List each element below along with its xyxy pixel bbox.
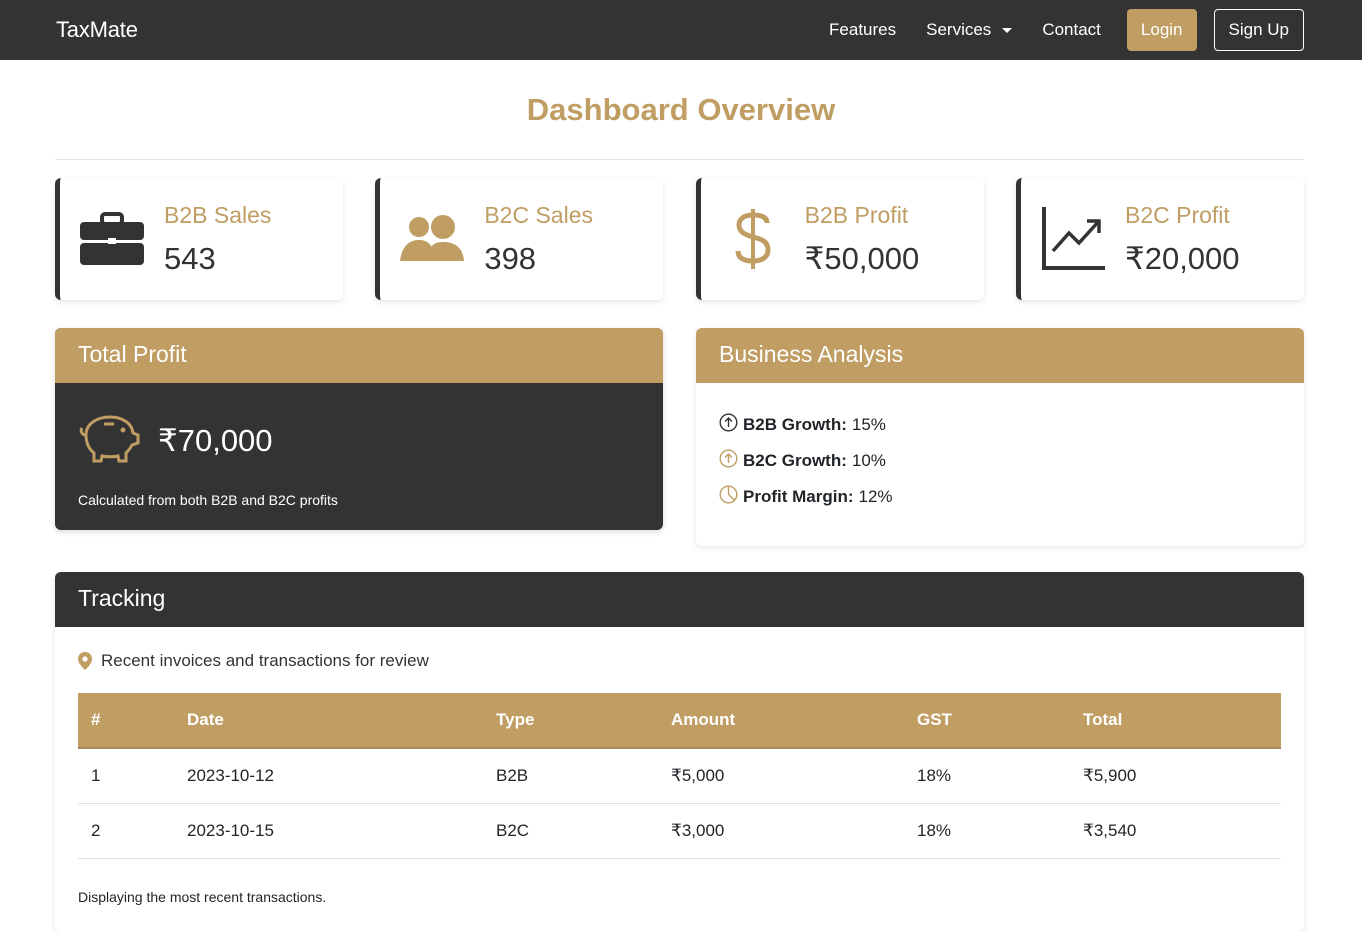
stat-card-b2c-sales: B2C Sales 398 [375, 178, 664, 300]
stat-cards: B2B Sales 543 B2C Sales 398 B2B Profit ₹… [55, 178, 1304, 300]
panel-title: Tracking [55, 572, 1304, 627]
column-header: # [78, 693, 174, 749]
navbar: TaxMate Features Services Contact Login … [0, 0, 1362, 60]
table-note: Displaying the most recent transactions. [78, 888, 327, 905]
tracking-panel: Tracking Recent invoices and transaction… [55, 572, 1304, 932]
stat-label: B2C Profit [1124, 201, 1230, 228]
transactions-table: # Date Type Amount GST Total 1 2023-10-1… [78, 693, 1281, 859]
table-header-row: # Date Type Amount GST Total [78, 693, 1281, 749]
stat-label: B2B Profit [804, 201, 909, 228]
panel-title: Business Analysis [696, 328, 1304, 383]
column-header: Amount [658, 693, 904, 749]
nav-link-label: Contact [1042, 20, 1101, 39]
table-cell: ₹3,540 [1070, 803, 1281, 859]
table-cell: ₹5,000 [658, 748, 904, 804]
stat-value: 543 [164, 240, 216, 276]
stat-value: ₹20,000 [1124, 240, 1240, 276]
analysis-body: B2B Growth: 15% B2C Growth: 10% Profit M… [696, 383, 1304, 515]
stat-value: 398 [484, 240, 537, 276]
total-profit-note: Calculated from both B2B and B2C profits [78, 492, 338, 508]
nav-link-label: Features [829, 20, 897, 39]
nav-link-label: Services [926, 20, 992, 39]
nav-link-contact[interactable]: Contact [1042, 20, 1101, 40]
analysis-label: B2B Growth: [743, 415, 847, 434]
table-cell: 18% [904, 803, 1070, 859]
table-cell: 2023-10-15 [174, 803, 483, 859]
nav-menu: Features Services Contact Login Sign Up [829, 9, 1304, 51]
arrow-up-circle-icon [719, 449, 738, 473]
column-header: Type [483, 693, 658, 749]
analysis-value: 15% [851, 415, 886, 434]
stat-text: B2C Profit ₹20,000 [1125, 202, 1240, 277]
arrow-up-circle-icon [719, 413, 738, 437]
stat-label: B2C Sales [484, 201, 593, 228]
tracking-description-text: Recent invoices and transactions for rev… [101, 651, 429, 670]
caret-down-icon [1002, 27, 1013, 33]
nav-link-services[interactable]: Services [926, 20, 1013, 40]
table-cell: B2C [483, 803, 658, 859]
analysis-value: 10% [851, 451, 886, 470]
graph-up-icon [1041, 207, 1105, 271]
tracking-description: Recent invoices and transactions for rev… [78, 651, 1281, 671]
stat-value: ₹50,000 [804, 240, 920, 276]
analysis-value: 12% [858, 487, 893, 506]
brand-logo[interactable]: TaxMate [56, 17, 138, 43]
stat-text: B2C Sales 398 [484, 202, 593, 277]
analysis-label: B2C Growth: [743, 451, 847, 470]
login-button[interactable]: Login [1126, 9, 1197, 51]
divider [55, 159, 1304, 160]
signup-button[interactable]: Sign Up [1213, 9, 1304, 51]
total-profit-value: ₹70,000 [158, 422, 273, 458]
table-cell: B2B [483, 748, 658, 804]
people-icon [400, 207, 465, 271]
page-title: Dashboard Overview [526, 92, 836, 127]
stat-text: B2B Sales 543 [164, 202, 271, 277]
table-row: 1 2023-10-12 B2B ₹5,000 18% ₹5,900 [78, 748, 1281, 804]
table-cell: 2023-10-12 [174, 748, 483, 804]
dollar-icon [721, 207, 785, 271]
table-cell: 1 [78, 748, 174, 804]
stat-text: B2B Profit ₹50,000 [805, 202, 920, 277]
table-row: 2 2023-10-15 B2C ₹3,000 18% ₹3,540 [78, 803, 1281, 859]
panel-title: Total Profit [55, 328, 663, 383]
tracking-body: Recent invoices and transactions for rev… [55, 627, 1304, 905]
nav-link-features[interactable]: Features [829, 20, 896, 40]
column-header: Total [1070, 693, 1281, 749]
stat-card-b2b-profit: B2B Profit ₹50,000 [695, 178, 984, 300]
pie-chart-icon [719, 485, 738, 509]
total-profit-panel: Total Profit ₹70,000 Calculated from bot… [55, 328, 663, 530]
table-cell: ₹3,000 [658, 803, 904, 859]
table-cell: ₹5,900 [1070, 748, 1281, 804]
piggy-bank-icon [78, 413, 140, 468]
business-analysis-panel: Business Analysis B2B Growth: 15% B2C Gr… [696, 328, 1304, 546]
location-pin-icon [78, 652, 92, 670]
analysis-item-b2c-growth: B2C Growth: 10% [719, 443, 1281, 479]
stat-card-b2b-sales: B2B Sales 543 [55, 178, 343, 300]
analysis-label: Profit Margin: [743, 487, 854, 506]
stat-label: B2B Sales [164, 201, 272, 228]
profit-body: ₹70,000 Calculated from both B2B and B2C… [55, 383, 663, 508]
analysis-item-b2b-growth: B2B Growth: 15% [719, 407, 1281, 443]
column-header: GST [904, 693, 1070, 749]
table-cell: 18% [904, 748, 1070, 804]
briefcase-icon [80, 207, 144, 271]
column-header: Date [174, 693, 483, 749]
table-cell: 2 [78, 803, 174, 859]
analysis-item-profit-margin: Profit Margin: 12% [719, 479, 1281, 515]
profit-row: ₹70,000 [78, 413, 640, 468]
stat-card-b2c-profit: B2C Profit ₹20,000 [1015, 178, 1304, 300]
